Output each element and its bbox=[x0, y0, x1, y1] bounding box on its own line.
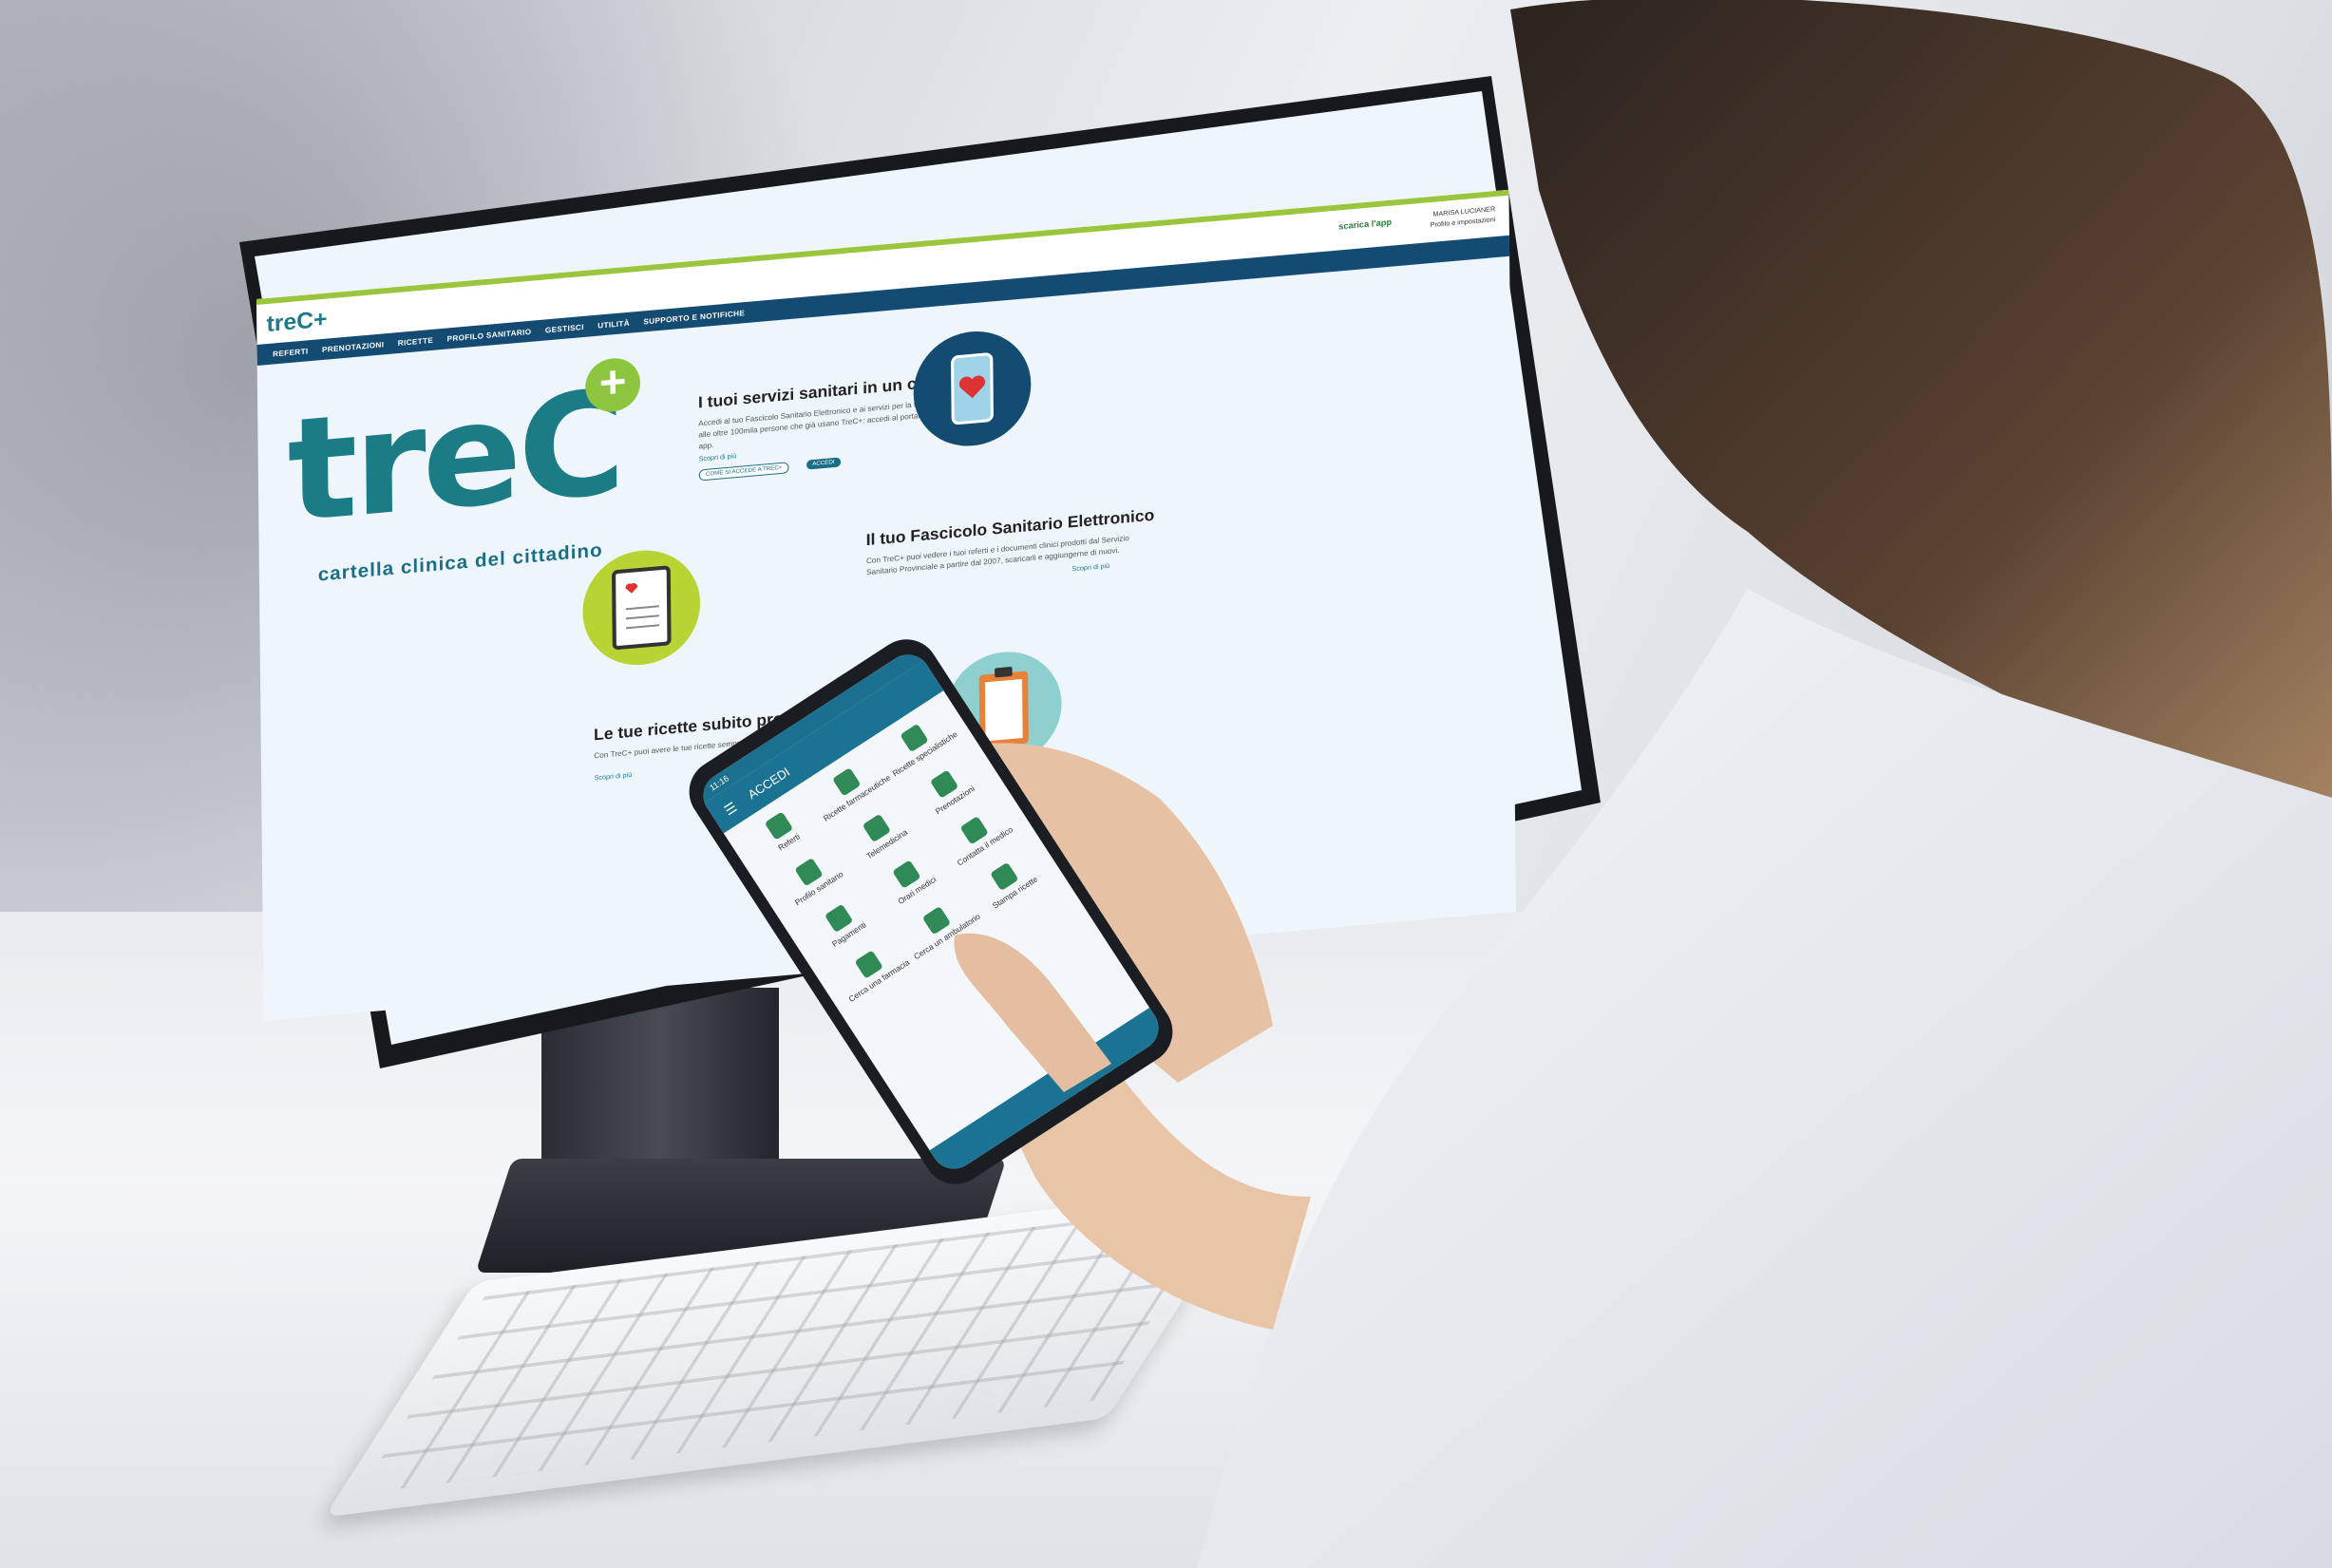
index-finger bbox=[954, 933, 1111, 1092]
photo-scene: treC+ scarica l'app MARISA LUCIANER Prof… bbox=[0, 0, 2332, 1568]
finger-overlay bbox=[954, 933, 1111, 1092]
